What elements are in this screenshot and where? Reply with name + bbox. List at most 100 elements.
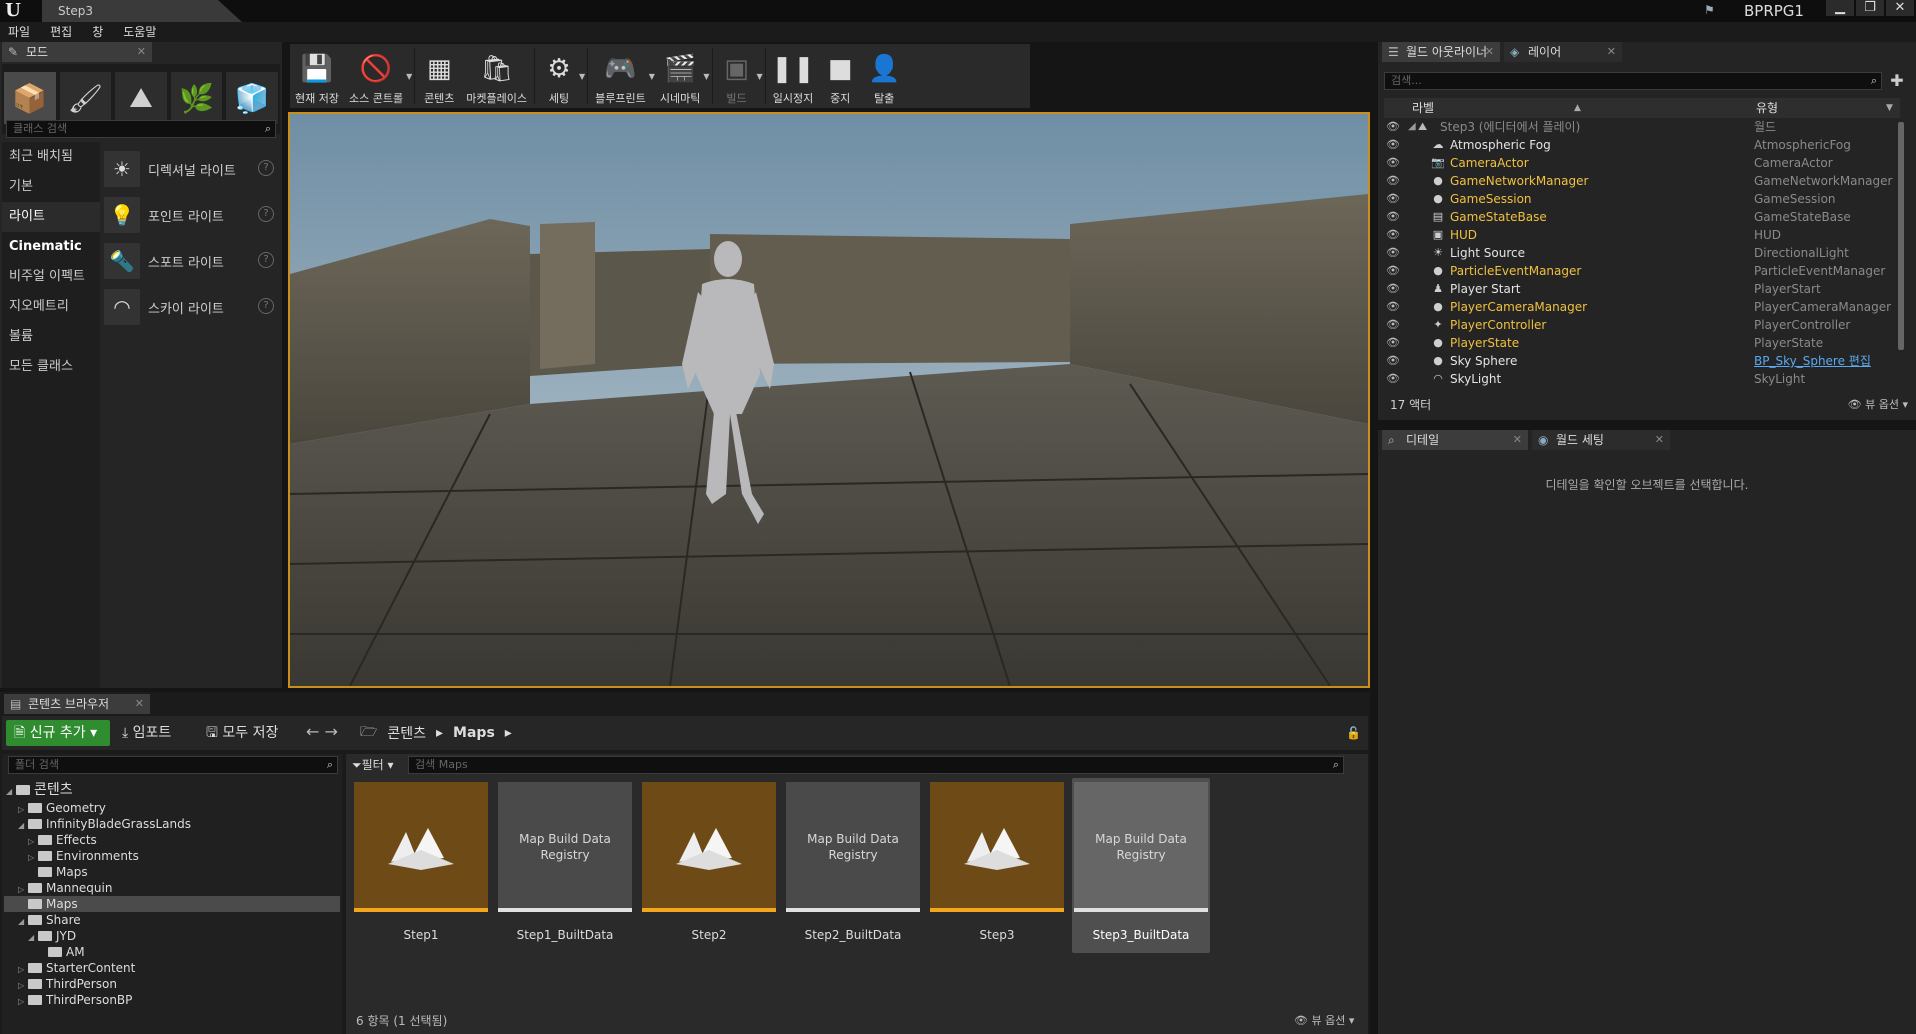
category-lights[interactable]: 라이트: [2, 202, 100, 232]
folder-search-input[interactable]: 폴더 검색 ⌕: [8, 756, 338, 774]
source-control-flag-icon[interactable]: ⚑: [1704, 3, 1720, 17]
menu-edit[interactable]: 편집: [50, 22, 72, 42]
outliner-row[interactable]: 👁 ☀ Light Source DirectionalLight: [1384, 244, 1900, 262]
eye-icon[interactable]: 👁: [1384, 370, 1402, 388]
close-icon[interactable]: ✕: [1485, 42, 1494, 62]
pause-button[interactable]: ❚❚ 일시정지: [768, 44, 818, 108]
breadcrumb-maps[interactable]: Maps: [453, 725, 495, 741]
import-button[interactable]: ⤓ 임포트: [122, 720, 192, 746]
tree-item[interactable]: ◢ Share: [4, 912, 340, 928]
level-tab[interactable]: Step3: [42, 0, 242, 22]
tree-item[interactable]: ▷ Geometry: [4, 800, 340, 816]
category-all-classes[interactable]: 모든 클래스: [2, 352, 100, 382]
class-search-input[interactable]: 클래스 검색 ⌕: [6, 120, 276, 138]
menu-help[interactable]: 도움말: [123, 22, 156, 42]
close-icon[interactable]: ✕: [1655, 430, 1664, 450]
back-arrow-icon[interactable]: ←: [306, 722, 319, 741]
asset-tile[interactable]: Map Build Data Registry Step2_BuiltData: [784, 778, 922, 953]
outliner-row[interactable]: 👁 ☁ Atmospheric Fog AtmosphericFog: [1384, 136, 1900, 154]
directional-light-item[interactable]: ☀ 디렉셔널 라이트 ?: [104, 146, 280, 192]
eye-icon[interactable]: 👁: [1384, 298, 1402, 316]
place-mode-icon[interactable]: 📦: [4, 72, 56, 124]
tree-item-selected[interactable]: Maps: [4, 896, 340, 912]
chevron-down-icon[interactable]: ▼: [1886, 98, 1893, 118]
geometry-mode-icon[interactable]: 🧊: [226, 72, 278, 124]
cinematics-button[interactable]: 🎬 시네마틱: [655, 44, 705, 108]
tree-item[interactable]: ▷ ThirdPersonBP: [4, 992, 340, 1008]
tree-item[interactable]: ▷ ThirdPerson: [4, 976, 340, 992]
outliner-row[interactable]: 👁 📷 CameraActor CameraActor: [1384, 154, 1900, 172]
category-geometry[interactable]: 지오메트리: [2, 292, 100, 322]
eye-icon[interactable]: 👁: [1384, 136, 1402, 154]
menu-window[interactable]: 창: [92, 22, 103, 42]
close-icon[interactable]: ✕: [135, 694, 144, 714]
settings-button[interactable]: ⚙ 세팅: [537, 44, 581, 108]
outliner-row[interactable]: 👁 ● ParticleEventManager ParticleEventManag…: [1384, 262, 1900, 280]
help-icon[interactable]: ?: [258, 252, 274, 268]
outliner-row[interactable]: 👁 ▤ GameStateBase GameStateBase: [1384, 208, 1900, 226]
outliner-row[interactable]: 👁 ● GameNetworkManager GameNetworkManager: [1384, 172, 1900, 190]
close-icon[interactable]: ✕: [137, 42, 146, 62]
asset-tile[interactable]: Map Build Data Registry Step1_BuiltData: [496, 778, 634, 953]
maximize-button[interactable]: ❐: [1856, 0, 1884, 16]
save-current-button[interactable]: 💾 현재 저장: [290, 44, 344, 108]
view-options-button[interactable]: 👁 뷰 옵션 ▾: [1294, 1012, 1354, 1028]
content-button[interactable]: ▦ 콘텐츠: [417, 44, 461, 108]
asset-tile-selected[interactable]: Map Build Data Registry Step3_BuiltData: [1072, 778, 1210, 953]
eye-icon[interactable]: 👁: [1384, 244, 1402, 262]
chevron-right-icon[interactable]: ▸: [436, 725, 443, 741]
tree-item[interactable]: ◢ JYD: [4, 928, 340, 944]
tree-item-content[interactable]: ◢ 콘텐츠: [4, 780, 340, 800]
outliner-scrollbar[interactable]: [1898, 122, 1904, 350]
tab-world-settings[interactable]: ◉ 월드 세팅 ✕: [1532, 430, 1670, 450]
outliner-search-input[interactable]: 검색... ⌕: [1384, 72, 1882, 90]
eye-icon[interactable]: 👁: [1384, 262, 1402, 280]
filter-button[interactable]: ⏷필터 ▾: [352, 756, 398, 774]
eye-icon[interactable]: 👁: [1384, 334, 1402, 352]
tree-item[interactable]: ▷ StarterContent: [4, 960, 340, 976]
spot-light-item[interactable]: 🔦 스포트 라이트 ?: [104, 238, 280, 284]
tree-item[interactable]: Maps: [4, 864, 340, 880]
chevron-right-icon[interactable]: ▷: [18, 994, 28, 1010]
category-recent[interactable]: 최근 배치됨: [2, 142, 100, 172]
eye-icon[interactable]: 👁: [1384, 352, 1402, 370]
sky-light-item[interactable]: ◠ 스카이 라이트 ?: [104, 284, 280, 330]
outliner-row[interactable]: 👁 ✦ PlayerController PlayerController: [1384, 316, 1900, 334]
outliner-row[interactable]: 👁 ● Sky Sphere BP_Sky_Sphere 편집: [1384, 352, 1900, 370]
stop-button[interactable]: ■ 중지: [818, 44, 862, 108]
eject-button[interactable]: 👤 탈출: [862, 44, 906, 108]
help-icon[interactable]: ?: [258, 206, 274, 222]
tab-world-outliner[interactable]: ☰ 월드 아웃라이너 ✕: [1382, 42, 1500, 62]
landscape-mode-icon[interactable]: ⛰: [115, 72, 167, 124]
outliner-row[interactable]: 👁 ● PlayerCameraManager PlayerCameraManager: [1384, 298, 1900, 316]
chevron-down-icon[interactable]: ◢: [6, 782, 16, 802]
asset-tile[interactable]: Step2: [640, 778, 778, 953]
asset-tile[interactable]: Step1: [352, 778, 490, 953]
column-label[interactable]: 라벨: [1412, 98, 1434, 118]
eye-icon[interactable]: 👁: [1384, 316, 1402, 334]
build-button[interactable]: ▣ 빌드: [715, 44, 759, 108]
eye-icon[interactable]: 👁: [1384, 154, 1402, 172]
eye-icon[interactable]: 👁: [1384, 172, 1402, 190]
outliner-row[interactable]: 👁 ◠ SkyLight SkyLight: [1384, 370, 1900, 388]
category-basic[interactable]: 기본: [2, 172, 100, 202]
add-folder-icon[interactable]: ✚: [1886, 72, 1908, 90]
category-visual-effects[interactable]: 비주얼 이펙트: [2, 262, 100, 292]
source-control-button[interactable]: 🚫 소스 콘트롤: [344, 44, 408, 108]
view-options-button[interactable]: 👁 뷰 옵션 ▾: [1848, 394, 1908, 416]
close-icon[interactable]: ✕: [1513, 430, 1522, 450]
column-type[interactable]: 유형: [1756, 98, 1778, 118]
asset-search-input[interactable]: 검색 Maps ⌕: [408, 756, 1344, 774]
tab-content-browser[interactable]: ▤ 콘텐츠 브라우저 ✕: [4, 694, 150, 714]
marketplace-button[interactable]: 🛍 마켓플레이스: [461, 44, 532, 108]
tree-item[interactable]: AM: [4, 944, 340, 960]
add-new-button[interactable]: 🗎 신규 추가 ▾: [6, 720, 110, 746]
modes-tab[interactable]: ✎ 모드 ✕: [2, 42, 152, 62]
tab-layers[interactable]: ◈ 레이어 ✕: [1504, 42, 1622, 62]
eye-icon[interactable]: 👁: [1384, 280, 1402, 298]
forward-arrow-icon[interactable]: →: [325, 722, 338, 741]
category-cinematic[interactable]: Cinematic: [2, 232, 100, 262]
save-all-button[interactable]: 🖫 모두 저장: [206, 720, 296, 746]
tree-item[interactable]: ▷ Environments: [4, 848, 340, 864]
tree-item[interactable]: ▷ Effects: [4, 832, 340, 848]
